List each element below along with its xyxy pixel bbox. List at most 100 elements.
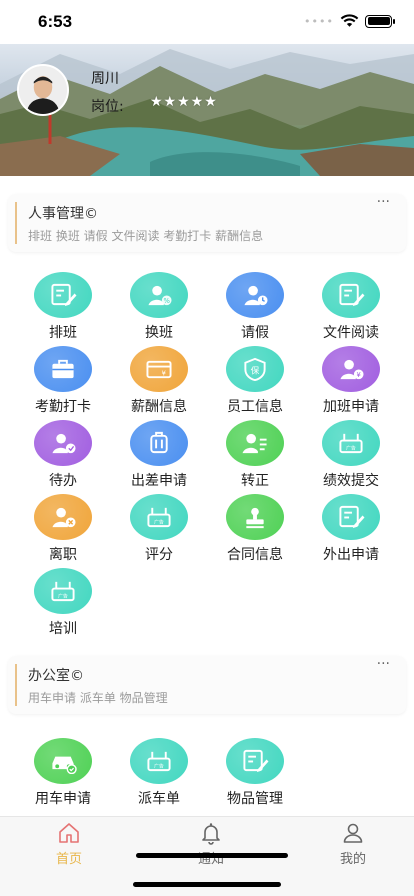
svg-text:广告: 广告	[154, 518, 164, 525]
user-name: 周川	[91, 71, 119, 87]
shield-icon: 保	[226, 346, 284, 392]
home-indicator-bottom	[133, 882, 281, 887]
tile-label: 转正	[241, 473, 269, 489]
battery-icon	[365, 14, 395, 28]
section-title: 人事管理©	[28, 206, 98, 222]
tile-label: 用车申请	[35, 791, 91, 807]
user-exchange-icon: %	[130, 272, 188, 318]
function-tile-user-clock[interactable]: 请假	[207, 272, 303, 346]
svg-text:¥: ¥	[357, 371, 362, 379]
luggage-icon	[130, 420, 188, 466]
office-section-card[interactable]: 办公室© 用车申请 派车单 物品管理 ···	[8, 656, 406, 714]
user-pending-icon	[34, 420, 92, 466]
edit-note-icon	[34, 272, 92, 318]
section-accent-bar	[15, 202, 17, 244]
profile-banner: 周川 岗位: ★★★★★	[0, 44, 414, 176]
function-tile-user-exchange[interactable]: % 换班	[111, 272, 207, 346]
office-function-grid: 用车申请 广告 派车单 物品管理	[15, 738, 399, 812]
router-icon: 广告	[34, 568, 92, 614]
user-card-icon	[226, 420, 284, 466]
edit-note-icon	[322, 494, 380, 540]
function-tile-car[interactable]: 用车申请	[15, 738, 111, 812]
rating-stars: ★★★★★	[150, 94, 218, 110]
hr-section-card[interactable]: 人事管理© 排班 换班 请假 文件阅读 考勤打卡 薪酬信息 ···	[8, 194, 406, 252]
tile-label: 派车单	[138, 791, 180, 807]
tab-label: 我的	[339, 852, 366, 867]
briefcase-icon	[34, 346, 92, 392]
user-overtime-icon: ¥	[322, 346, 380, 392]
hr-function-grid: 排班% 换班 请假 文件阅读 考勤打卡 ¥ 薪酬信息保员工信息 ¥ 加班申请 待办 出差申请 转正 广告…	[15, 272, 399, 642]
tile-label: 外出申请	[323, 547, 379, 563]
avatar-photo	[19, 66, 67, 114]
more-icon[interactable]: ···	[377, 194, 390, 210]
function-tile-router[interactable]: 广告 培训	[15, 568, 111, 642]
function-tile-stamp[interactable]: 合同信息	[207, 494, 303, 568]
function-tile-router[interactable]: 广告 派车单	[111, 738, 207, 812]
tile-label: 请假	[241, 325, 269, 341]
function-tile-briefcase[interactable]: 考勤打卡	[15, 346, 111, 420]
tab-home[interactable]: 首页	[29, 821, 109, 867]
stamp-icon	[226, 494, 284, 540]
tab-mine[interactable]: 我的	[313, 821, 393, 867]
router-icon: 广告	[130, 738, 188, 784]
function-tile-edit-note[interactable]: 排班	[15, 272, 111, 346]
tile-label: 换班	[145, 325, 173, 341]
svg-text:广告: 广告	[346, 444, 356, 451]
function-tile-edit-note[interactable]: 文件阅读	[303, 272, 399, 346]
router-icon: 广告	[130, 494, 188, 540]
function-tile-user-overtime[interactable]: ¥ 加班申请	[303, 346, 399, 420]
wifi-icon	[340, 14, 359, 27]
router-icon: 广告	[322, 420, 380, 466]
edit-note-icon	[322, 272, 380, 318]
tile-label: 合同信息	[227, 547, 283, 563]
section-accent-bar	[15, 664, 17, 706]
tile-label: 离职	[49, 547, 77, 563]
tab-notice[interactable]: 通知	[171, 821, 251, 867]
function-tile-user-pending[interactable]: 待办	[15, 420, 111, 494]
tile-label: 排班	[49, 325, 77, 341]
salary-card-icon: ¥	[130, 346, 188, 392]
function-tile-edit-note[interactable]: 物品管理	[207, 738, 303, 812]
tile-label: 培训	[49, 621, 77, 637]
function-tile-salary-card[interactable]: ¥ 薪酬信息	[111, 346, 207, 420]
more-icon[interactable]: ···	[377, 656, 390, 672]
svg-text:广告: 广告	[154, 762, 164, 769]
status-time: 6:53	[38, 12, 73, 31]
function-tile-luggage[interactable]: 出差申请	[111, 420, 207, 494]
status-icons: ••••	[304, 14, 395, 28]
tile-label: 考勤打卡	[35, 399, 91, 415]
tile-label: 文件阅读	[323, 325, 379, 341]
tile-label: 绩效提交	[323, 473, 379, 489]
signal-icon: ••••	[304, 14, 334, 28]
tile-label: 待办	[49, 473, 77, 489]
user-clock-icon	[226, 272, 284, 318]
tile-label: 物品管理	[227, 791, 283, 807]
bell-icon	[202, 823, 220, 845]
home-icon	[59, 823, 79, 843]
avatar[interactable]	[17, 64, 69, 116]
tile-label: 出差申请	[131, 473, 187, 489]
svg-text:广告: 广告	[58, 592, 68, 599]
edit-note-icon	[226, 738, 284, 784]
tile-label: 薪酬信息	[131, 399, 187, 415]
svg-text:保: 保	[251, 364, 260, 376]
function-tile-router[interactable]: 广告 评分	[111, 494, 207, 568]
profile-icon	[343, 823, 363, 843]
home-indicator	[136, 853, 288, 858]
tab-label: 首页	[55, 852, 82, 867]
svg-text:%: %	[164, 297, 171, 305]
section-subtitle: 排班 换班 请假 文件阅读 考勤打卡 薪酬信息	[28, 229, 264, 243]
function-tile-user-card[interactable]: 转正	[207, 420, 303, 494]
function-tile-router[interactable]: 广告 绩效提交	[303, 420, 399, 494]
function-tile-shield[interactable]: 保员工信息	[207, 346, 303, 420]
tile-label: 评分	[145, 547, 173, 563]
car-icon	[34, 738, 92, 784]
post-label: 岗位:	[91, 99, 124, 115]
section-subtitle: 用车申请 派车单 物品管理	[28, 691, 168, 705]
svg-text:¥: ¥	[162, 369, 167, 377]
user-remove-icon	[34, 494, 92, 540]
function-tile-user-remove[interactable]: 离职	[15, 494, 111, 568]
section-title: 办公室©	[28, 668, 84, 684]
tile-label: 员工信息	[227, 399, 283, 415]
function-tile-edit-note[interactable]: 外出申请	[303, 494, 399, 568]
